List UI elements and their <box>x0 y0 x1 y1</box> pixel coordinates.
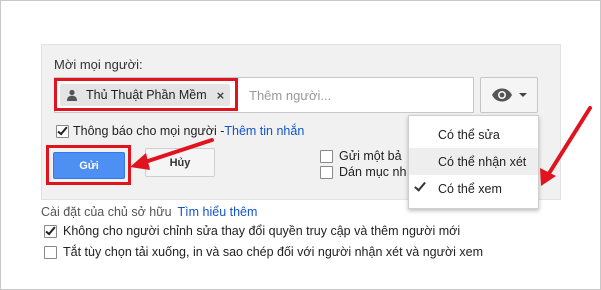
arrow-to-menu-icon <box>540 106 592 186</box>
arrow-to-send-icon <box>130 138 214 170</box>
annotation-arrows <box>130 106 592 186</box>
